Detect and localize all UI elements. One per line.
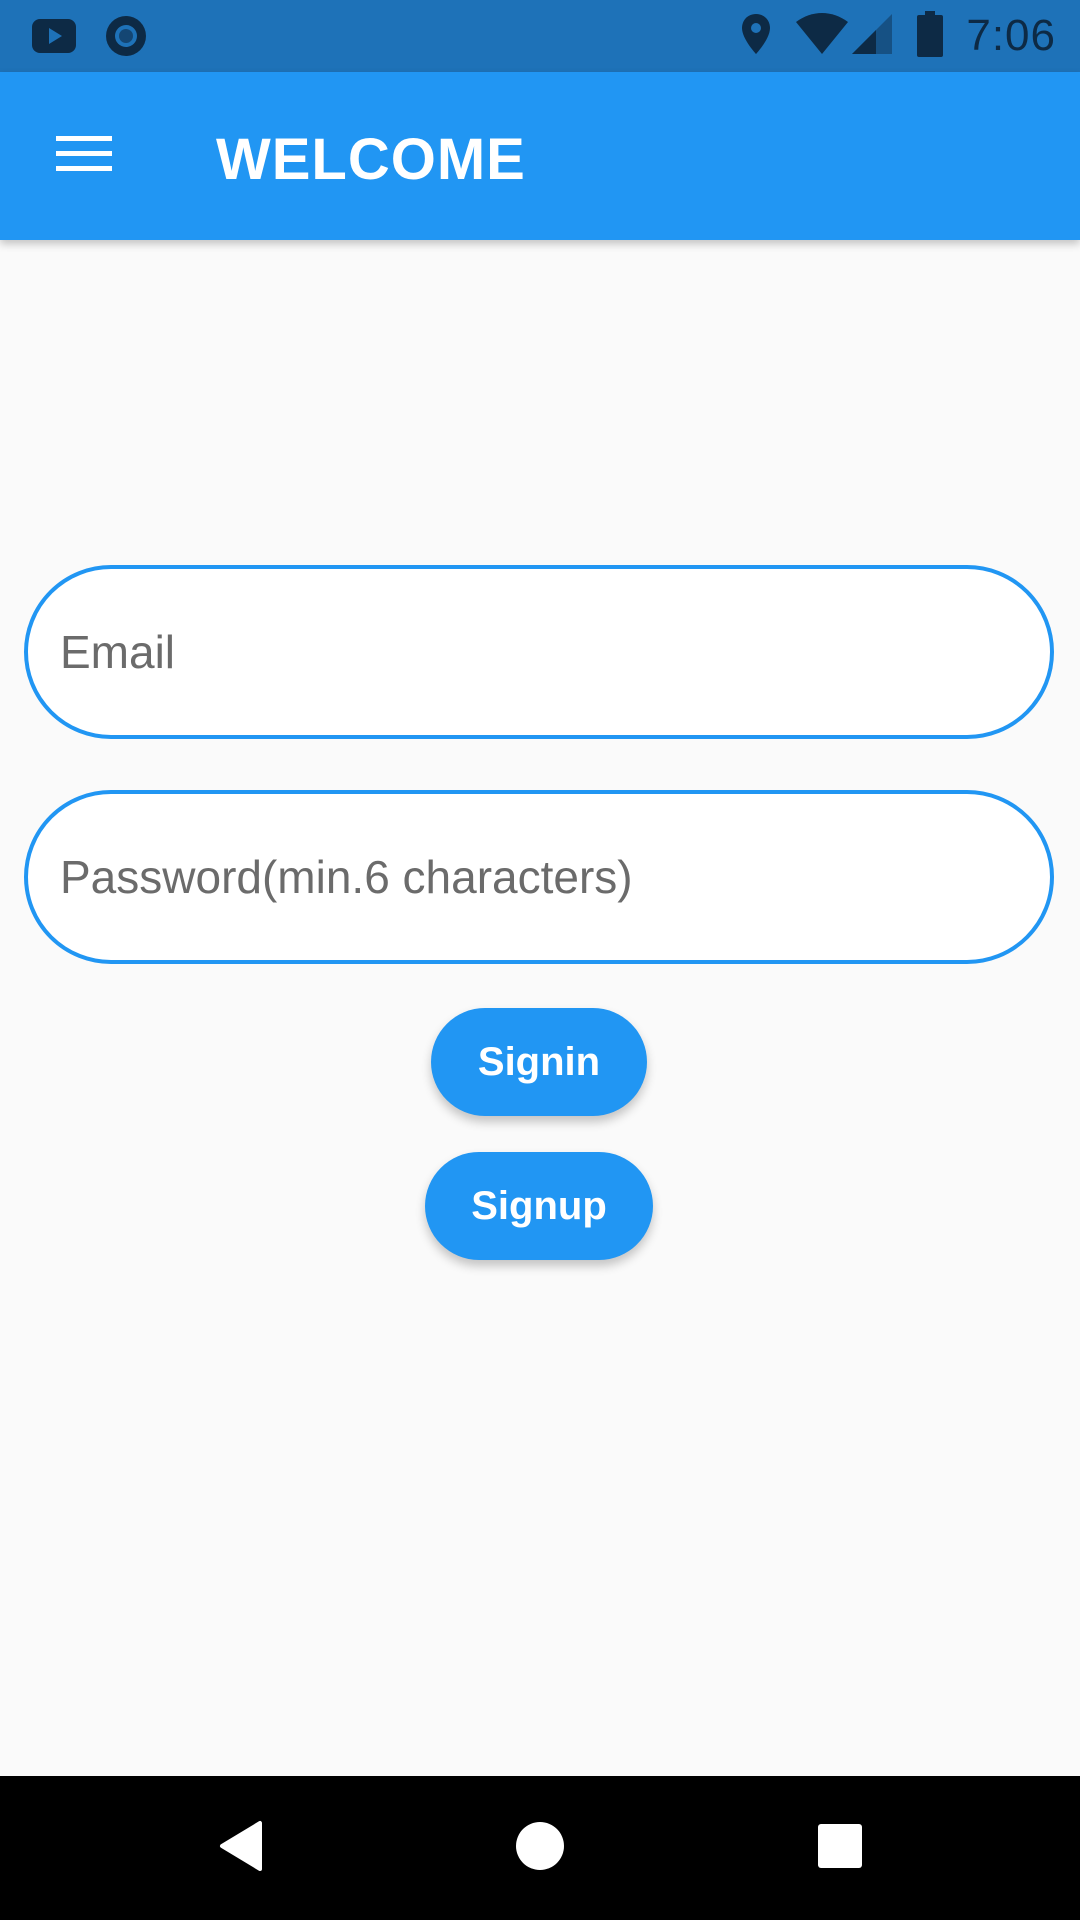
- password-field[interactable]: [24, 790, 1054, 964]
- status-bar-right: 7:06: [740, 10, 1056, 62]
- back-button[interactable]: [204, 1812, 276, 1884]
- home-button[interactable]: [504, 1812, 576, 1884]
- email-field[interactable]: [24, 565, 1054, 739]
- app-bar: WELCOME: [0, 72, 1080, 240]
- status-bar: 7:06: [0, 0, 1080, 72]
- location-icon: [740, 12, 772, 61]
- circle-app-icon: [104, 14, 148, 63]
- youtube-icon: [30, 15, 78, 62]
- back-icon: [216, 1819, 264, 1878]
- menu-button[interactable]: [40, 112, 128, 200]
- app-screen: 7:06 WELCOME Signin Signup: [0, 0, 1080, 1920]
- recents-icon: [817, 1823, 863, 1874]
- system-nav-bar: [0, 1776, 1080, 1920]
- wifi-icon: [794, 12, 850, 61]
- signin-button[interactable]: Signin: [431, 1008, 647, 1116]
- page-title: WELCOME: [216, 127, 526, 192]
- home-icon: [515, 1821, 565, 1876]
- signup-button[interactable]: Signup: [425, 1152, 653, 1260]
- signal-icon: [850, 12, 894, 61]
- recents-button[interactable]: [804, 1812, 876, 1884]
- hamburger-menu-icon: [56, 134, 112, 179]
- status-bar-left: [30, 14, 148, 63]
- status-time: 7:06: [966, 11, 1056, 60]
- battery-icon: [916, 10, 944, 62]
